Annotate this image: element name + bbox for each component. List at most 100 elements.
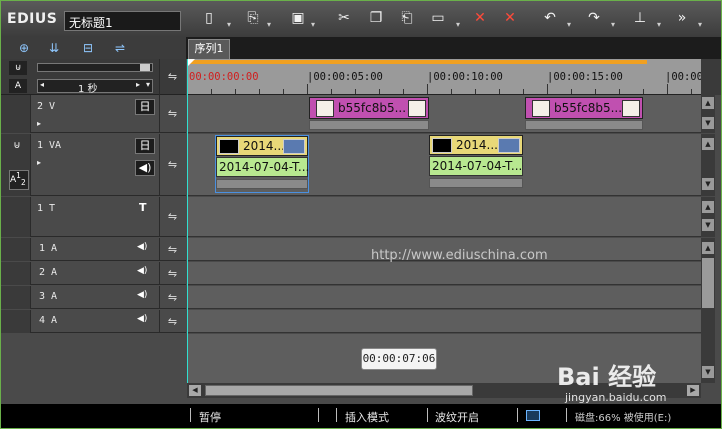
- chevron-down-icon[interactable]: ▾: [698, 21, 706, 29]
- clip-view-icon[interactable]: ▭: [429, 9, 447, 27]
- track-header-3a[interactable]: 3 A ◀) ⇋: [1, 286, 186, 309]
- chevron-down-icon[interactable]: ▾: [611, 21, 619, 29]
- monitor-icon[interactable]: [526, 410, 540, 421]
- copy-icon[interactable]: ❐: [367, 9, 385, 27]
- insert-track-icon[interactable]: ⇊: [43, 40, 65, 56]
- zoom-slider[interactable]: [37, 63, 153, 72]
- track-header-4a[interactable]: 4 A ◀) ⇋: [1, 310, 186, 333]
- track-lane-4a[interactable]: [187, 310, 701, 333]
- clip-thumbnail-icon: [622, 100, 640, 117]
- new-file-icon[interactable]: ▯: [200, 9, 218, 27]
- track-link-icon[interactable]: ⇋: [159, 310, 185, 332]
- ruler-tick: [211, 89, 212, 94]
- track-name: 1 VA: [37, 140, 62, 151]
- timeline-ruler[interactable]: 00:00:00:00 |00:00:05:00 |00:00:10:00 |0…: [187, 59, 701, 95]
- scroll-down-icon[interactable]: ▼: [702, 219, 714, 231]
- track-lane-1va[interactable]: 2014... 2014-07-04-T... 2014... 2014-07-…: [187, 134, 701, 196]
- cut-icon[interactable]: ✂: [335, 9, 353, 27]
- scroll-up-icon[interactable]: ▲: [702, 97, 714, 109]
- audio-lock-icon[interactable]: A: [9, 79, 27, 93]
- clip-thumbnail-icon: [532, 100, 550, 117]
- markers-icon[interactable]: ⊥: [631, 9, 649, 27]
- scroll-up-icon[interactable]: ▲: [702, 242, 714, 254]
- track-link-icon[interactable]: ⇋: [159, 238, 185, 260]
- playhead-line[interactable]: [187, 59, 188, 383]
- scale-select[interactable]: ◂ 1 秒 ▸ ▾: [37, 79, 153, 95]
- track-lane-2v[interactable]: b55fc8b5... b55fc8b5...: [187, 95, 701, 133]
- chevron-down-icon[interactable]: ▾: [146, 80, 150, 89]
- clip-thumbnail-icon: [316, 100, 334, 117]
- clip-2v-a[interactable]: b55fc8b5...: [309, 97, 429, 131]
- patch-icon[interactable]: ⊍: [9, 140, 25, 154]
- chevron-down-icon[interactable]: ▾: [227, 21, 235, 29]
- ruler-tick: [619, 89, 620, 94]
- zoom-slider-handle[interactable]: [140, 64, 150, 71]
- vertical-scrollbar[interactable]: ▲ ▼: [701, 197, 715, 237]
- track-link-icon[interactable]: ⇋: [159, 197, 185, 236]
- scroll-thumb[interactable]: [205, 385, 473, 396]
- chevron-down-icon[interactable]: ▾: [311, 21, 319, 29]
- title-track-icon[interactable]: T: [139, 201, 147, 214]
- app-name: EDIUS: [7, 11, 58, 27]
- chevron-down-icon[interactable]: ▾: [267, 21, 275, 29]
- paste-icon[interactable]: ⎗: [398, 9, 416, 27]
- status-ripple[interactable]: 波纹开启: [435, 409, 479, 425]
- track-link-icon[interactable]: ⇋: [159, 286, 185, 308]
- track-header-1va[interactable]: ⊍ A12 1 VA 日 ◀) ▸ ⇋: [1, 134, 186, 196]
- expand-arrow-icon[interactable]: ▸: [37, 158, 41, 167]
- track-lane-2a[interactable]: [187, 262, 701, 285]
- add-track-icon[interactable]: ⊕: [13, 40, 35, 56]
- scroll-down-icon[interactable]: ▼: [702, 117, 714, 129]
- open-icon[interactable]: ⎘: [244, 9, 262, 27]
- scroll-thumb[interactable]: [702, 258, 714, 308]
- chevron-down-icon[interactable]: ▾: [567, 21, 575, 29]
- save-icon[interactable]: ▣: [289, 9, 307, 27]
- clip-2v-b[interactable]: b55fc8b5...: [525, 97, 643, 131]
- track-lane-1t[interactable]: [187, 197, 701, 237]
- link-icon[interactable]: ⇌: [109, 40, 131, 56]
- clip-1va-b[interactable]: 2014... 2014-07-04-T...: [429, 135, 523, 193]
- track-link-icon[interactable]: ⇋: [159, 262, 185, 284]
- chevron-down-icon[interactable]: ▾: [657, 21, 665, 29]
- scroll-up-icon[interactable]: ▲: [702, 201, 714, 213]
- chevron-right-icon[interactable]: ▸: [136, 80, 140, 89]
- track-link-icon[interactable]: ⇋: [159, 134, 185, 195]
- timecode-tooltip: 00:00:07:06: [361, 348, 437, 370]
- sync-icon[interactable]: ⊟: [77, 40, 99, 56]
- speaker-icon[interactable]: ◀): [137, 290, 147, 300]
- vertical-scrollbar[interactable]: ▲ ▼: [701, 95, 715, 133]
- video-mute-button[interactable]: 日: [135, 138, 155, 154]
- project-title-field[interactable]: 无标题1: [64, 11, 181, 31]
- scroll-down-icon[interactable]: ▼: [702, 178, 714, 190]
- speaker-icon[interactable]: ◀): [137, 266, 147, 276]
- track-header-2a[interactable]: 2 A ◀) ⇋: [1, 262, 186, 285]
- more-icon[interactable]: »: [673, 9, 691, 27]
- delete-icon[interactable]: ✕: [471, 9, 489, 27]
- status-insert-mode[interactable]: 插入模式: [345, 409, 389, 425]
- ripple-delete-icon[interactable]: ✕: [501, 9, 519, 27]
- undo-icon[interactable]: ↶: [541, 9, 559, 27]
- ruler-link-icon[interactable]: ⇋: [159, 59, 185, 95]
- audio-patch-button[interactable]: A12: [9, 170, 29, 190]
- audio-mute-button[interactable]: ◀): [135, 160, 155, 176]
- track-header-1a[interactable]: 1 A ◀) ⇋: [1, 238, 186, 261]
- tab-sequence-1[interactable]: 序列1: [188, 39, 230, 59]
- speaker-icon[interactable]: ◀): [137, 242, 147, 252]
- track-side-panel: [1, 238, 31, 261]
- redo-icon[interactable]: ↷: [585, 9, 603, 27]
- speaker-icon[interactable]: ◀): [137, 314, 147, 324]
- chevron-left-icon[interactable]: ◂: [40, 80, 44, 89]
- video-mute-button[interactable]: 日: [135, 99, 155, 115]
- vertical-scrollbar[interactable]: ▲ ▼: [701, 134, 715, 196]
- track-link-icon[interactable]: ⇋: [159, 95, 185, 132]
- track-lane-3a[interactable]: [187, 286, 701, 309]
- scroll-up-icon[interactable]: ▲: [702, 138, 714, 150]
- chevron-down-icon[interactable]: ▾: [456, 21, 464, 29]
- clip-label: b55fc8b5...: [554, 101, 623, 115]
- scroll-left-icon[interactable]: ◀: [189, 385, 201, 396]
- lock-icon[interactable]: ⊍: [9, 61, 27, 75]
- clip-1va-a[interactable]: 2014... 2014-07-04-T...: [215, 135, 309, 193]
- track-header-1t[interactable]: 1 T T ⇋: [1, 197, 186, 237]
- expand-arrow-icon[interactable]: ▸: [37, 119, 41, 128]
- track-header-2v[interactable]: 2 V 日 ▸ ⇋: [1, 95, 186, 133]
